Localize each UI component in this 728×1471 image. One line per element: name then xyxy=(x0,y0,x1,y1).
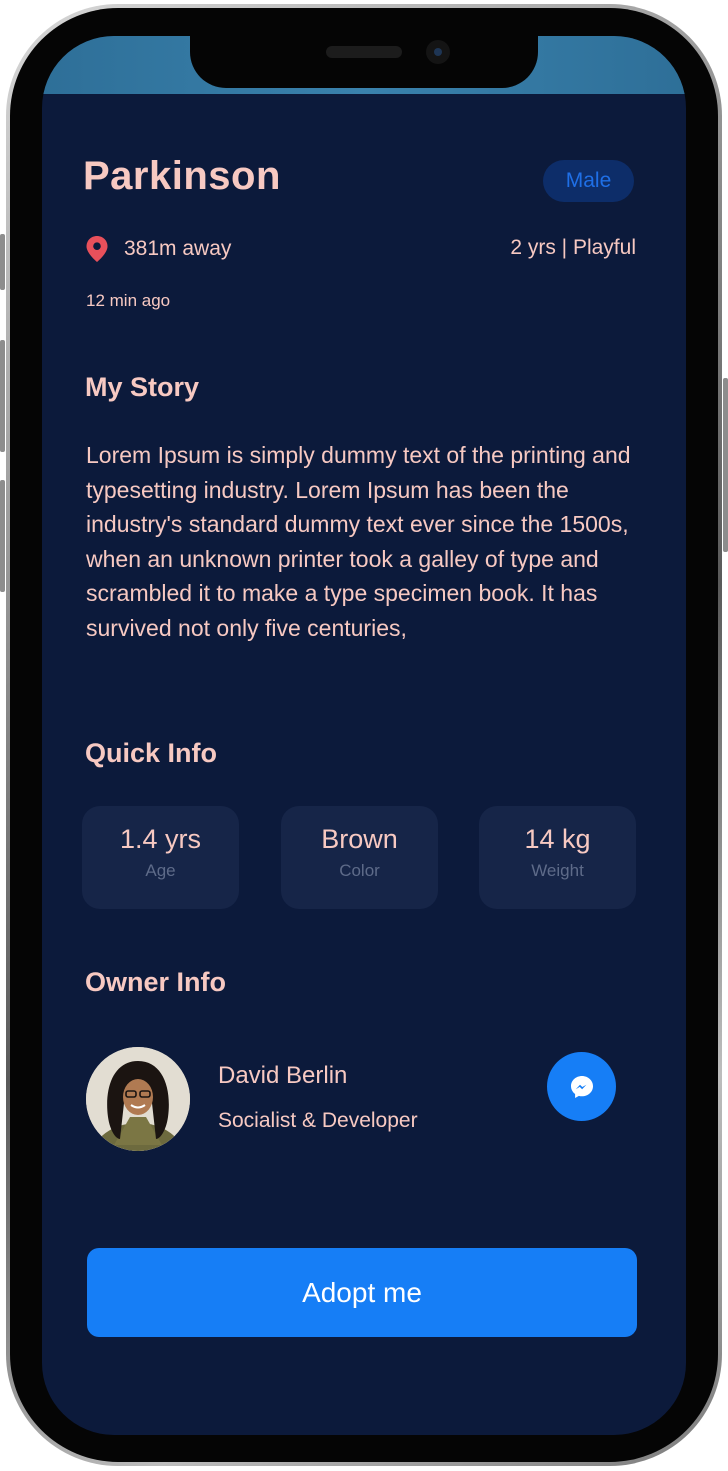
story-title: My Story xyxy=(85,372,200,402)
adopt-button[interactable]: Adopt me xyxy=(87,1248,637,1337)
owner-photo xyxy=(86,1047,190,1151)
posted-time: 12 min ago xyxy=(86,291,171,310)
volume-up-button xyxy=(0,340,5,452)
app-screen: Parkinson Male 381m away 2 yrs | Playful… xyxy=(42,36,686,1435)
power-button xyxy=(723,378,728,552)
weight-label: Weight xyxy=(531,861,584,880)
message-owner-button[interactable] xyxy=(547,1052,616,1121)
story-text: Lorem Ipsum is simply dummy text of the … xyxy=(86,442,631,641)
weight-value: 14 kg xyxy=(524,824,591,854)
location-row: 381m away xyxy=(86,236,231,262)
color-value: Brown xyxy=(321,824,398,854)
age-label: Age xyxy=(145,861,176,880)
gender-badge: Male xyxy=(543,160,634,202)
age-card: 1.4 yrs Age xyxy=(82,806,239,909)
mute-switch xyxy=(0,234,5,290)
location-pin-icon xyxy=(86,236,108,262)
weight-card: 14 kg Weight xyxy=(479,806,636,909)
owner-role: Socialist & Developer xyxy=(218,1109,418,1132)
owner-info-title: Owner Info xyxy=(85,967,226,997)
owner-name: David Berlin xyxy=(218,1062,348,1089)
quick-info-title: Quick Info xyxy=(85,738,218,768)
volume-down-button xyxy=(0,480,5,592)
messenger-icon xyxy=(570,1075,593,1098)
pet-name: Parkinson xyxy=(83,154,281,198)
age-value: 1.4 yrs xyxy=(119,824,202,854)
pet-detail-content: Parkinson Male 381m away 2 yrs | Playful… xyxy=(42,36,686,1435)
age-mood-text: 2 yrs | Playful xyxy=(510,236,636,259)
owner-avatar[interactable] xyxy=(86,1047,190,1151)
distance-text: 381m away xyxy=(124,237,232,260)
color-label: Color xyxy=(339,861,380,880)
color-card: Brown Color xyxy=(281,806,438,909)
